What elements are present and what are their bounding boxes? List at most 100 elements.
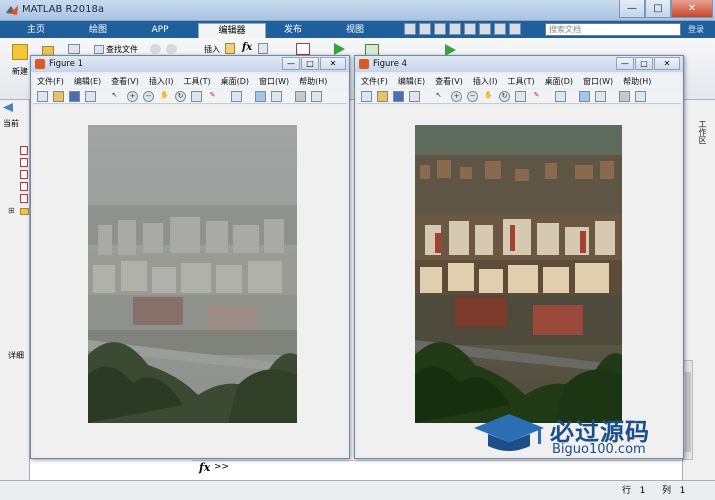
pointer-icon[interactable]: ↖ <box>109 91 120 102</box>
menu-view[interactable]: 查看(V) <box>435 76 463 87</box>
help-icon[interactable] <box>509 23 521 35</box>
brush-icon[interactable]: ✎ <box>531 91 542 102</box>
menu-window[interactable]: 窗口(W) <box>583 76 613 87</box>
save-figure-icon[interactable] <box>393 91 404 102</box>
graduation-cap-logo <box>474 414 544 451</box>
print-icon[interactable] <box>85 91 96 102</box>
menu-tools[interactable]: 工具(T) <box>507 76 534 87</box>
save-icon[interactable] <box>404 23 416 35</box>
cut-icon[interactable] <box>419 23 431 35</box>
data-cursor-icon[interactable] <box>515 91 526 102</box>
hide-plot-tools-icon[interactable] <box>619 91 630 102</box>
menu-window[interactable]: 窗口(W) <box>259 76 289 87</box>
paste-icon[interactable] <box>449 23 461 35</box>
open-file-icon[interactable] <box>377 91 388 102</box>
pan-icon[interactable]: ✋ <box>159 91 170 102</box>
minimize-button[interactable]: — <box>616 57 634 70</box>
figure-1-window[interactable]: Figure 1 — □ ✕ 文件(F) 编辑(E) 查看(V) 插入(I) 工… <box>30 55 350 459</box>
rotate-3d-icon[interactable]: ↻ <box>175 91 186 102</box>
show-plot-tools-icon[interactable] <box>311 91 322 102</box>
minimize-button[interactable]: — <box>619 0 645 18</box>
breakpoint-icon[interactable] <box>296 43 310 55</box>
back-icon[interactable] <box>150 44 161 54</box>
legend-icon[interactable] <box>595 91 606 102</box>
maximize-button[interactable]: □ <box>645 0 671 18</box>
comment-icon[interactable] <box>258 43 268 54</box>
menu-tools[interactable]: 工具(T) <box>183 76 210 87</box>
expand-icon[interactable]: ⊞ <box>8 206 15 215</box>
show-plot-tools-icon[interactable] <box>635 91 646 102</box>
undo-icon[interactable] <box>464 23 476 35</box>
m-file-icon[interactable] <box>20 146 28 155</box>
find-file-label[interactable]: 查找文件 <box>106 44 138 55</box>
redo-icon[interactable] <box>479 23 491 35</box>
menu-help[interactable]: 帮助(H) <box>623 76 651 87</box>
menu-insert[interactable]: 插入(I) <box>149 76 174 87</box>
workspace-label: 工作区 <box>698 120 707 144</box>
run-icon[interactable] <box>332 42 346 56</box>
colorbar-icon[interactable] <box>579 91 590 102</box>
tab-apps[interactable]: APP <box>135 23 185 38</box>
close-button[interactable]: ✕ <box>654 57 680 70</box>
print-icon[interactable] <box>409 91 420 102</box>
tab-home[interactable]: 主页 <box>14 23 58 38</box>
maximize-button[interactable]: □ <box>635 57 653 70</box>
legend-icon[interactable] <box>271 91 282 102</box>
tab-view[interactable]: 视图 <box>326 23 384 38</box>
copy-icon[interactable] <box>434 23 446 35</box>
menu-edit[interactable]: 编辑(E) <box>398 76 425 87</box>
zoom-in-icon[interactable]: + <box>127 91 138 102</box>
m-file-icon[interactable] <box>20 194 28 203</box>
save-figure-icon[interactable] <box>69 91 80 102</box>
save-file-icon[interactable] <box>68 44 80 54</box>
tab-publish[interactable]: 发布 <box>268 23 318 38</box>
command-window[interactable] <box>192 460 682 477</box>
find-file-icon[interactable] <box>94 45 104 54</box>
scrollbar-thumb[interactable] <box>685 372 691 452</box>
hide-plot-tools-icon[interactable] <box>295 91 306 102</box>
insert-label[interactable]: 插入 <box>204 44 220 55</box>
open-file-icon[interactable] <box>53 91 64 102</box>
m-file-icon[interactable] <box>20 170 28 179</box>
menu-help[interactable]: 帮助(H) <box>299 76 327 87</box>
data-cursor-icon[interactable] <box>191 91 202 102</box>
new-figure-icon[interactable] <box>37 91 48 102</box>
menu-view[interactable]: 查看(V) <box>111 76 139 87</box>
tab-plots[interactable]: 绘图 <box>74 23 122 38</box>
pointer-icon[interactable]: ↖ <box>433 91 444 102</box>
menu-desktop[interactable]: 桌面(D) <box>221 76 249 87</box>
pan-icon[interactable]: ✋ <box>483 91 494 102</box>
menu-insert[interactable]: 插入(I) <box>473 76 498 87</box>
insert-function-label[interactable]: fx <box>242 42 252 53</box>
link-plot-icon[interactable] <box>231 91 242 102</box>
close-button[interactable]: ✕ <box>320 57 346 70</box>
forward-icon[interactable] <box>166 44 177 54</box>
menu-file[interactable]: 文件(F) <box>37 76 64 87</box>
link-plot-icon[interactable] <box>555 91 566 102</box>
login-link[interactable]: 登录 <box>688 24 704 35</box>
m-file-icon[interactable] <box>20 182 28 191</box>
insert-section-icon[interactable] <box>225 43 235 54</box>
fx-icon[interactable]: fx <box>199 461 210 474</box>
brush-icon[interactable]: ✎ <box>207 91 218 102</box>
m-file-icon[interactable] <box>20 158 28 167</box>
rotate-3d-icon[interactable]: ↻ <box>499 91 510 102</box>
close-button[interactable]: ✕ <box>671 0 713 18</box>
folder-icon[interactable] <box>20 208 29 215</box>
zoom-out-icon[interactable]: − <box>143 91 154 102</box>
new-file-icon[interactable] <box>12 44 28 60</box>
menu-edit[interactable]: 编辑(E) <box>74 76 101 87</box>
zoom-in-icon[interactable]: + <box>451 91 462 102</box>
zoom-out-icon[interactable]: − <box>467 91 478 102</box>
switch-windows-icon[interactable] <box>494 23 506 35</box>
menu-desktop[interactable]: 桌面(D) <box>545 76 573 87</box>
search-documentation-input[interactable]: 搜索文档 <box>545 23 681 36</box>
new-figure-icon[interactable] <box>361 91 372 102</box>
colorbar-icon[interactable] <box>255 91 266 102</box>
minimize-button[interactable]: — <box>282 57 300 70</box>
new-button-label[interactable]: 新建 <box>12 66 28 77</box>
maximize-button[interactable]: □ <box>301 57 319 70</box>
menu-file[interactable]: 文件(F) <box>361 76 388 87</box>
tab-editor[interactable]: 编辑器 <box>198 23 266 38</box>
figure-4-window[interactable]: Figure 4 — □ ✕ 文件(F) 编辑(E) 查看(V) 插入(I) 工… <box>354 55 684 459</box>
